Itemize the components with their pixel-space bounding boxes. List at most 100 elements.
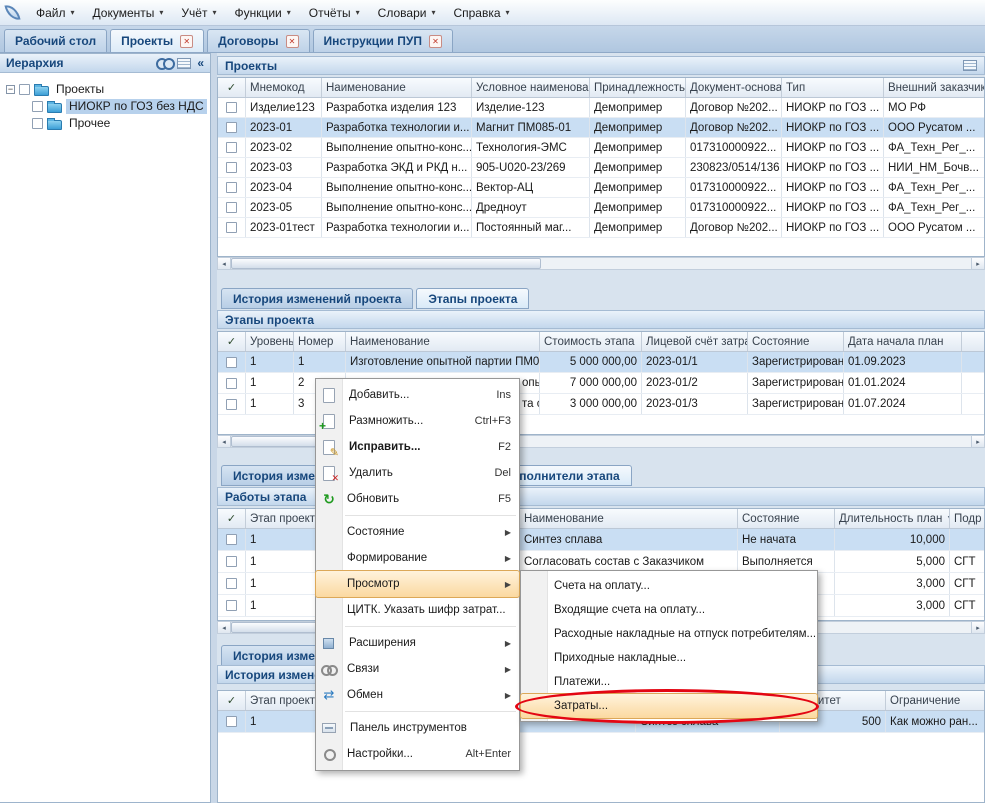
scroll-left-icon[interactable]: ◂ bbox=[218, 622, 231, 633]
row-checkbox[interactable] bbox=[226, 716, 237, 727]
context-menu-item[interactable]: ОбновитьF5 bbox=[316, 486, 519, 512]
column-header[interactable]: Наименование bbox=[322, 78, 472, 97]
projects-row[interactable]: 2023-01тестРазработка технологии и...Пос… bbox=[218, 218, 984, 238]
submenu-item[interactable]: Входящие счета на оплату... bbox=[521, 598, 817, 622]
column-header[interactable]: Условное наименова bbox=[472, 78, 590, 97]
menubar-item-help[interactable]: Справка▾ bbox=[444, 3, 518, 23]
column-header[interactable]: Длительность план▼ bbox=[835, 509, 950, 528]
menubar-item-accounting[interactable]: Учёт▾ bbox=[172, 3, 225, 23]
row-checkbox[interactable] bbox=[226, 556, 237, 567]
workspace-tab-contracts[interactable]: Договоры✕ bbox=[207, 29, 309, 52]
column-header[interactable]: Внешний заказчик bbox=[884, 78, 985, 97]
row-checkbox[interactable] bbox=[226, 182, 237, 193]
submenu-item[interactable]: Платежи... bbox=[521, 670, 817, 694]
column-header[interactable]: Наименование bbox=[346, 332, 540, 351]
row-checkbox[interactable] bbox=[226, 142, 237, 153]
row-checkbox[interactable] bbox=[226, 162, 237, 173]
column-header[interactable]: ✓ bbox=[218, 78, 246, 97]
menubar-item-file[interactable]: Файл▾ bbox=[27, 3, 84, 23]
column-header[interactable]: ✓ bbox=[218, 691, 246, 710]
workspace-tab-projects[interactable]: Проекты✕ bbox=[110, 29, 204, 52]
context-menu-item[interactable]: Формирование▶ bbox=[316, 545, 519, 571]
tree-node[interactable]: −Проекты bbox=[0, 81, 210, 98]
tree-checkbox[interactable] bbox=[32, 101, 43, 112]
column-header[interactable]: Состояние bbox=[738, 509, 835, 528]
column-header[interactable]: Мнемокод bbox=[246, 78, 322, 97]
row-checkbox[interactable] bbox=[226, 222, 237, 233]
row-checkbox[interactable] bbox=[226, 122, 237, 133]
context-menu-item[interactable]: Размножить...Ctrl+F3 bbox=[316, 408, 519, 434]
menubar-item-functions[interactable]: Функции▾ bbox=[225, 3, 299, 23]
submenu-item[interactable]: Расходные накладные на отпуск потребител… bbox=[521, 622, 817, 646]
projects-row[interactable]: 2023-02Выполнение опытно-конс...Технолог… bbox=[218, 138, 984, 158]
menubar-item-reports[interactable]: Отчёты▾ bbox=[300, 3, 369, 23]
collapse-panel-icon[interactable]: « bbox=[197, 58, 204, 68]
scroll-thumb[interactable] bbox=[231, 258, 541, 269]
workspace-tab-pup[interactable]: Инструкции ПУП✕ bbox=[313, 29, 453, 52]
context-menu-item[interactable]: ЦИТК. Указать шифр затрат... bbox=[316, 597, 519, 623]
column-header[interactable]: Дата начала план bbox=[844, 332, 962, 351]
tree-expander-icon[interactable]: − bbox=[6, 85, 15, 94]
column-header[interactable]: Принадлежность bbox=[590, 78, 686, 97]
row-checkbox[interactable] bbox=[226, 578, 237, 589]
tree-checkbox[interactable] bbox=[19, 84, 30, 95]
context-menu-item[interactable]: Связи▶ bbox=[316, 656, 519, 682]
scroll-right-icon[interactable]: ▸ bbox=[971, 436, 984, 447]
column-header[interactable]: Состояние bbox=[748, 332, 844, 351]
context-menu-item[interactable]: Обмен▶ bbox=[316, 682, 519, 708]
submenu-item[interactable]: Приходные накладные... bbox=[521, 646, 817, 670]
submenu-item[interactable]: Затраты... bbox=[521, 694, 817, 718]
context-menu-item[interactable]: УдалитьDel bbox=[316, 460, 519, 486]
tree-checkbox[interactable] bbox=[32, 118, 43, 129]
projects-row[interactable]: 2023-01Разработка технологии и...Магнит … bbox=[218, 118, 984, 138]
stages-row[interactable]: 11Изготовление опытной партии ПМ0...5 00… bbox=[218, 352, 984, 373]
projects-h-scrollbar[interactable]: ◂ ▸ bbox=[217, 257, 985, 270]
column-header[interactable]: Лицевой счёт затрат bbox=[642, 332, 748, 351]
stages-tab[interactable]: Этапы проекта bbox=[416, 288, 529, 309]
row-checkbox[interactable] bbox=[226, 534, 237, 545]
column-header[interactable]: Ограничение bbox=[886, 691, 985, 710]
projects-row[interactable]: Изделие123Разработка изделия 123Изделие-… bbox=[218, 98, 984, 118]
column-header[interactable]: Номер bbox=[294, 332, 346, 351]
scroll-left-icon[interactable]: ◂ bbox=[218, 436, 231, 447]
row-checkbox[interactable] bbox=[226, 102, 237, 113]
tab-close-icon[interactable]: ✕ bbox=[180, 35, 193, 48]
column-header[interactable]: Стоимость этапа bbox=[540, 332, 642, 351]
context-menu-item[interactable]: Добавить...Ins bbox=[316, 382, 519, 408]
tab-close-icon[interactable]: ✕ bbox=[429, 35, 442, 48]
context-menu-item[interactable]: Состояние▶ bbox=[316, 519, 519, 545]
workspace-tab-desktop[interactable]: Рабочий стол bbox=[4, 29, 107, 52]
row-checkbox[interactable] bbox=[226, 202, 237, 213]
context-menu-item[interactable]: Панель инструментов bbox=[316, 715, 519, 741]
column-header[interactable]: Уровень bbox=[246, 332, 294, 351]
context-menu-item[interactable]: Расширения▶ bbox=[316, 630, 519, 656]
column-header[interactable]: Подр bbox=[950, 509, 985, 528]
scroll-right-icon[interactable]: ▸ bbox=[971, 622, 984, 633]
menubar-item-documents[interactable]: Документы▾ bbox=[84, 3, 173, 23]
projects-row[interactable]: 2023-04Выполнение опытно-конс...Вектор-А… bbox=[218, 178, 984, 198]
row-checkbox[interactable] bbox=[226, 378, 237, 389]
tab-close-icon[interactable]: ✕ bbox=[286, 35, 299, 48]
stages-tab[interactable]: История изменений проекта bbox=[221, 288, 413, 309]
panel-menu-icon[interactable] bbox=[177, 58, 191, 69]
scroll-right-icon[interactable]: ▸ bbox=[971, 258, 984, 269]
column-header[interactable]: ✓ bbox=[218, 509, 246, 528]
menubar-item-dictionaries[interactable]: Словари▾ bbox=[369, 3, 445, 23]
context-menu-item[interactable]: Настройки...Alt+Enter bbox=[316, 741, 519, 767]
column-header[interactable]: Документ-основан bbox=[686, 78, 782, 97]
tree-node[interactable]: НИОКР по ГОЗ без НДС bbox=[0, 98, 210, 115]
tree-node[interactable]: Прочее bbox=[0, 115, 210, 132]
search-icon[interactable] bbox=[156, 58, 171, 68]
context-menu-item[interactable]: Исправить...F2 bbox=[316, 434, 519, 460]
submenu-item[interactable]: Счета на оплату... bbox=[521, 574, 817, 598]
projects-row[interactable]: 2023-05Выполнение опытно-конс...Дредноут… bbox=[218, 198, 984, 218]
row-checkbox[interactable] bbox=[226, 600, 237, 611]
scroll-left-icon[interactable]: ◂ bbox=[218, 258, 231, 269]
column-header[interactable]: Наименование bbox=[520, 509, 738, 528]
row-checkbox[interactable] bbox=[226, 399, 237, 410]
column-header[interactable]: ✓ bbox=[218, 332, 246, 351]
context-menu-item[interactable]: Просмотр▶ bbox=[316, 571, 519, 597]
column-header[interactable]: Тип bbox=[782, 78, 884, 97]
row-checkbox[interactable] bbox=[226, 357, 237, 368]
projects-panel-menu-icon[interactable] bbox=[963, 60, 977, 71]
